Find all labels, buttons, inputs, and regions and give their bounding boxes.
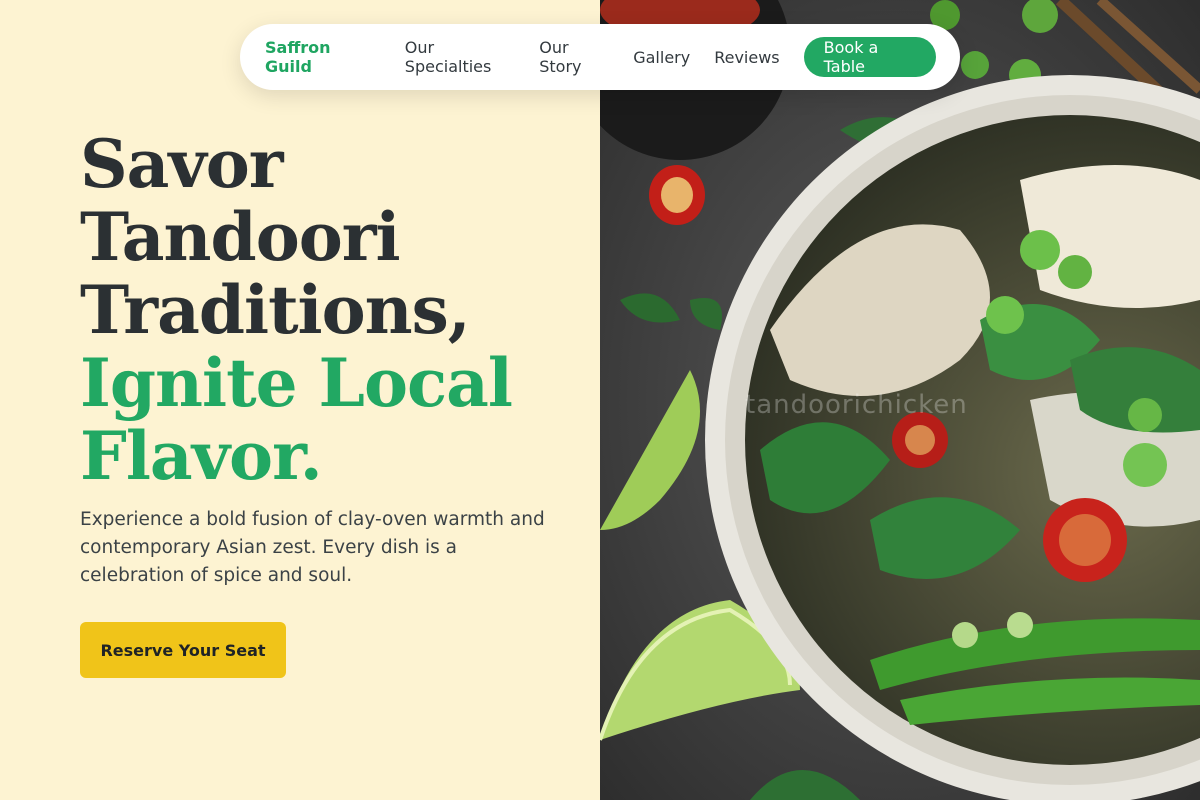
hero-left-panel: Savor Tandoori Traditions, Ignite Local … — [0, 0, 600, 800]
top-navigation: Saffron Guild Our Specialties Our Story … — [240, 24, 960, 90]
headline-accent-1: Ignite Local — [80, 344, 513, 422]
reserve-seat-button[interactable]: Reserve Your Seat — [80, 622, 286, 678]
headline-line-2: Tandoori — [80, 198, 401, 276]
nav-link-reviews[interactable]: Reviews — [714, 48, 779, 67]
nav-link-our-specialties[interactable]: Our Specialties — [405, 38, 515, 76]
hero-food-image: tandoorichicken — [600, 0, 1200, 800]
hero-headline: Savor Tandoori Traditions, Ignite Local … — [80, 125, 513, 495]
nav-link-gallery[interactable]: Gallery — [633, 48, 690, 67]
brand-logo[interactable]: Saffron Guild — [265, 38, 373, 76]
nav-link-our-story[interactable]: Our Story — [539, 38, 609, 76]
headline-line-1: Savor — [80, 125, 284, 203]
headline-accent-2: Flavor. — [80, 417, 323, 495]
headline-line-3: Traditions, — [80, 271, 471, 349]
image-watermark: tandoorichicken — [745, 390, 968, 420]
book-table-button[interactable]: Book a Table — [803, 37, 936, 77]
hero-subtitle: Experience a bold fusion of clay-oven wa… — [80, 509, 545, 586]
